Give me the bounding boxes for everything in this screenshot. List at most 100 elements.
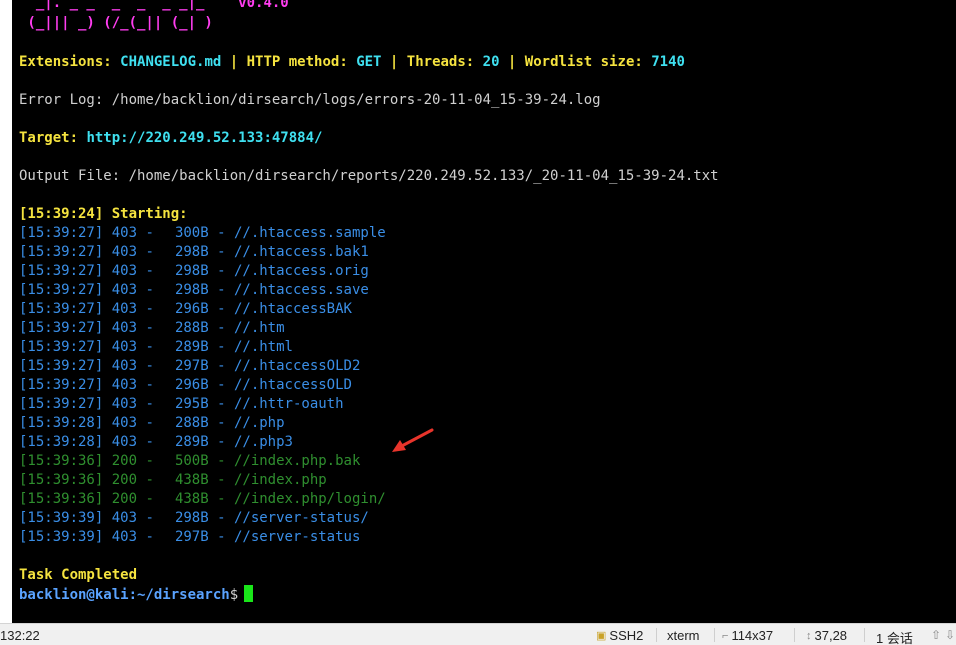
result-status: 403 [111, 529, 138, 545]
result-separator [103, 377, 111, 393]
result-path: //index.php.bak [233, 453, 361, 469]
banner-ascii-line-2: (_||| _) (/_(_|| (_| ) [19, 15, 213, 31]
download-icon[interactable]: ⇩ [945, 628, 956, 642]
session-timer: 132:22 [0, 628, 40, 643]
result-row: [15:39:27] 403 - 296B - //.htaccessBAK [19, 300, 352, 319]
result-size: 296B [174, 377, 209, 393]
result-separator: - [208, 453, 234, 469]
result-size: 300B [174, 225, 209, 241]
result-separator: - [137, 491, 171, 507]
lock-icon: ▣ [596, 630, 607, 642]
result-time: [15:39:27] [19, 301, 104, 317]
output-file-line: Output File: /home/backlion/dirsearch/re… [19, 168, 719, 184]
result-separator: - [137, 529, 171, 545]
result-separator: - [208, 263, 234, 279]
result-path: //.htm [233, 320, 285, 336]
result-separator: - [208, 472, 234, 488]
result-separator [103, 263, 111, 279]
result-separator: - [208, 358, 234, 374]
result-separator [103, 491, 111, 507]
result-path: //server-status/ [233, 510, 369, 526]
result-status: 403 [111, 358, 138, 374]
result-size: 288B [174, 415, 209, 431]
upload-icon[interactable]: ⇧ [931, 628, 944, 642]
result-path: //index.php/login/ [233, 491, 386, 507]
result-path: //.htaccessOLD [233, 377, 352, 393]
result-time: [15:39:27] [19, 358, 104, 374]
result-separator: - [137, 453, 171, 469]
text-cursor [244, 585, 254, 602]
result-status: 403 [111, 510, 138, 526]
result-status: 403 [111, 320, 138, 336]
result-path: //.htaccess.save [233, 282, 369, 298]
result-size: 289B [174, 434, 209, 450]
result-size: 298B [174, 263, 209, 279]
result-separator: - [137, 377, 171, 393]
status-divider [714, 628, 715, 642]
shell-prompt-line[interactable]: backlion@kali:~/dirsearch$ [19, 585, 254, 604]
result-time: [15:39:27] [19, 377, 104, 393]
status-divider [794, 628, 795, 642]
result-separator: - [208, 510, 234, 526]
annotation-arrow-icon [392, 428, 434, 452]
result-path: //.htaccess.bak1 [233, 244, 369, 260]
result-time: [15:39:27] [19, 263, 104, 279]
result-path: //.htaccessBAK [233, 301, 352, 317]
result-time: [15:39:36] [19, 453, 104, 469]
result-time: [15:39:39] [19, 510, 104, 526]
result-time: [15:39:39] [19, 529, 104, 545]
result-row: [15:39:36] 200 - 438B - //index.php [19, 471, 327, 490]
result-separator: - [208, 377, 234, 393]
result-size: 298B [174, 282, 209, 298]
result-status: 403 [111, 396, 138, 412]
result-row: [15:39:36] 200 - 500B - //index.php.bak [19, 452, 360, 471]
result-time: [15:39:28] [19, 434, 104, 450]
result-separator: - [137, 472, 171, 488]
result-status: 200 [111, 453, 138, 469]
cursor-pos-icon: ↕ [806, 629, 812, 642]
result-separator: - [137, 415, 171, 431]
result-separator: - [137, 396, 171, 412]
result-size: 288B [174, 320, 209, 336]
result-status: 403 [111, 377, 138, 393]
result-time: [15:39:27] [19, 339, 104, 355]
status-divider [864, 628, 865, 642]
result-separator [103, 434, 111, 450]
result-path: //.php [233, 415, 285, 431]
result-size: 438B [174, 472, 209, 488]
session-count: 1 会话 [876, 631, 913, 645]
result-row: [15:39:27] 403 - 298B - //.htaccess.save [19, 281, 369, 300]
result-row: [15:39:28] 403 - 288B - //.php [19, 414, 285, 433]
result-separator: - [137, 263, 171, 279]
cursor-position: ↕ 37,28 [806, 628, 847, 643]
result-separator: - [137, 244, 171, 260]
banner-art-1: _|. _ _ _ _ _ _|_ [19, 0, 239, 11]
result-separator: - [137, 225, 171, 241]
result-size: 438B [174, 491, 209, 507]
result-separator [103, 320, 111, 336]
protocol-label: SSH2 [609, 628, 644, 643]
extensions-value: CHANGELOG.md [120, 54, 222, 70]
result-separator: - [137, 510, 171, 526]
result-separator [103, 301, 111, 317]
result-path: //.php3 [233, 434, 293, 450]
result-separator: - [208, 491, 234, 507]
config-info-line: Extensions: CHANGELOG.md | HTTP method: … [19, 53, 685, 72]
result-row: [15:39:28] 403 - 289B - //.php3 [19, 433, 293, 452]
result-path: //index.php [233, 472, 327, 488]
task-completed-line: Task Completed [19, 567, 138, 583]
result-separator [103, 396, 111, 412]
result-separator [103, 529, 111, 545]
result-separator: - [137, 339, 171, 355]
terminal-screen[interactable]: _|. _ _ _ _ _ _|_ v0.4.0 (_||| _) (/_(_|… [12, 0, 956, 623]
target-label: Target: [19, 130, 87, 146]
result-row: [15:39:39] 403 - 297B - //server-status [19, 528, 360, 547]
result-row: [15:39:39] 403 - 298B - //server-status/ [19, 509, 369, 528]
result-separator [103, 339, 111, 355]
extensions-label: Extensions: [19, 54, 121, 70]
prompt-symbol: $ [229, 587, 239, 603]
version-text: v0.4.0 [238, 0, 289, 11]
result-separator [103, 453, 111, 469]
protocol-indicator: ▣ SSH2 [596, 628, 643, 643]
wordlist-value: 7140 [651, 54, 685, 70]
